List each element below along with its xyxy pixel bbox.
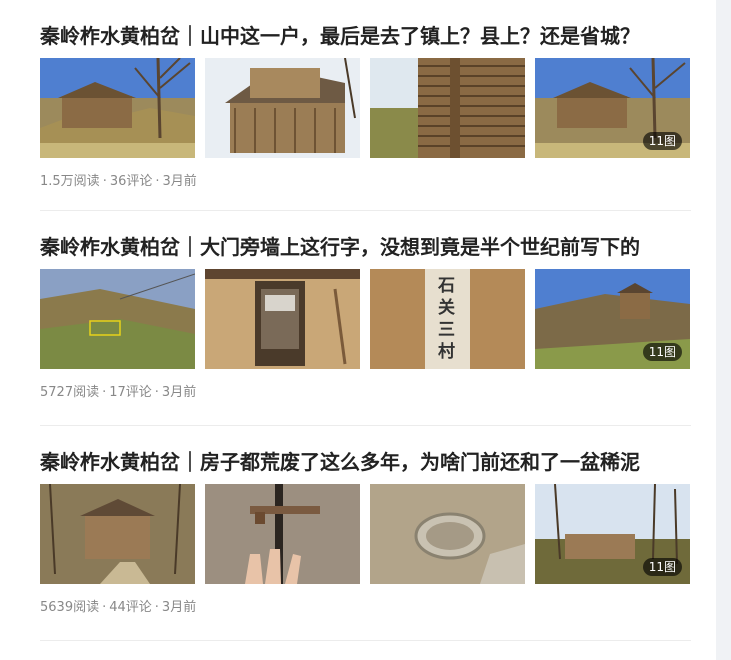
- comment-count[interactable]: 36评论: [110, 174, 153, 189]
- thumbnail-row: 11图: [40, 484, 691, 584]
- article-feed: 秦岭柞水黄柏岔｜山中这一户，最后是去了镇上？县上？还是省城？ 11图 1.5万阅…: [40, 0, 691, 641]
- thumbnail-ruined-house-blue-sky[interactable]: [40, 58, 195, 158]
- image-count-badge: 11图: [642, 343, 682, 361]
- article-title[interactable]: 秦岭柞水黄柏岔｜山中这一户，最后是去了镇上？县上？还是省城？: [40, 22, 640, 50]
- image-count-badge: 11图: [642, 132, 682, 150]
- thumbnail-mud-basin[interactable]: [370, 484, 525, 584]
- read-count: 5639阅读: [40, 600, 100, 615]
- thumbnail-house-in-trees[interactable]: 11图: [535, 484, 690, 584]
- article-meta: 5639阅读 · 44评论 · 3月前: [40, 600, 197, 615]
- thumbnail-wooden-house[interactable]: [205, 58, 360, 158]
- page-gutter: [716, 0, 731, 660]
- article-card[interactable]: 秦岭柞水黄柏岔｜大门旁墙上这行字，没想到竟是半个世纪前写下的 石关三村 11图 …: [40, 211, 691, 426]
- read-count: 1.5万阅读: [40, 174, 100, 189]
- article-meta: 1.5万阅读 · 36评论 · 3月前: [40, 174, 197, 189]
- article-meta: 5727阅读 · 17评论 · 3月前: [40, 385, 197, 400]
- article-title[interactable]: 秦岭柞水黄柏岔｜大门旁墙上这行字，没想到竟是半个世纪前写下的: [40, 233, 640, 261]
- article-card[interactable]: 秦岭柞水黄柏岔｜山中这一户，最后是去了镇上？县上？还是省城？ 11图 1.5万阅…: [40, 0, 691, 211]
- wall-writing-text: 石关三村: [438, 276, 455, 362]
- left-gutter: [0, 0, 18, 660]
- thumbnail-hillside-house[interactable]: 11图: [535, 269, 690, 369]
- thumbnail-log-wall[interactable]: [370, 58, 525, 158]
- publish-time: 3月前: [162, 174, 197, 189]
- thumbnail-door-latch[interactable]: [205, 484, 360, 584]
- thumbnail-row: 11图: [40, 58, 691, 158]
- comment-count[interactable]: 17评论: [109, 385, 152, 400]
- read-count: 5727阅读: [40, 385, 100, 400]
- comment-count[interactable]: 44评论: [109, 600, 152, 615]
- thumbnail-row: 石关三村 11图: [40, 269, 691, 369]
- thumbnail-wall-writing[interactable]: 石关三村: [370, 269, 525, 369]
- image-count-badge: 11图: [642, 558, 682, 576]
- publish-time: 3月前: [161, 600, 197, 615]
- thumbnail-mountain-slope[interactable]: [40, 269, 195, 369]
- article-title[interactable]: 秦岭柞水黄柏岔｜房子都荒废了这么多年，为啥门前还和了一盆稀泥: [40, 448, 640, 476]
- thumbnail-ruined-house-blue-sky-2[interactable]: 11图: [535, 58, 690, 158]
- thumbnail-doorway[interactable]: [205, 269, 360, 369]
- divider: [40, 640, 691, 641]
- article-card[interactable]: 秦岭柞水黄柏岔｜房子都荒废了这么多年，为啥门前还和了一盆稀泥 11图 5639阅…: [40, 426, 691, 641]
- thumbnail-abandoned-house[interactable]: [40, 484, 195, 584]
- publish-time: 3月前: [161, 385, 197, 400]
